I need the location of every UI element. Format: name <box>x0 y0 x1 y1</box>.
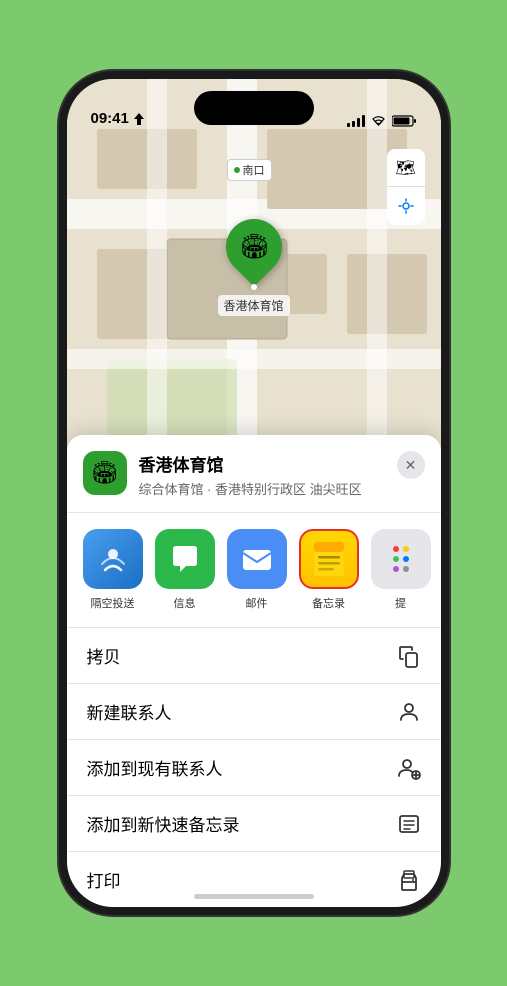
notes-label: 备忘录 <box>312 595 345 611</box>
share-item-messages[interactable]: 信息 <box>155 529 215 611</box>
share-item-airdrop[interactable]: 隔空投送 <box>83 529 143 611</box>
location-button[interactable] <box>387 187 425 225</box>
action-copy-label: 拷贝 <box>87 643 121 668</box>
action-add-existing-label: 添加到现有联系人 <box>87 755 223 780</box>
venue-subtitle: 综合体育馆 · 香港特别行政区 油尖旺区 <box>139 479 397 498</box>
battery-icon <box>392 115 417 127</box>
messages-icon <box>155 529 215 589</box>
map-type-button[interactable]: 🗺 <box>387 149 425 187</box>
mail-label: 邮件 <box>246 595 268 611</box>
notes-icon <box>299 529 359 589</box>
action-add-memo[interactable]: 添加到新快速备忘录 <box>67 796 441 852</box>
add-contact-icon <box>397 756 421 780</box>
share-row: 隔空投送 信息 邮件 <box>67 513 441 628</box>
dynamic-island <box>194 91 314 125</box>
new-contact-icon <box>397 700 421 724</box>
action-add-memo-label: 添加到新快速备忘录 <box>87 811 240 836</box>
action-list: 拷贝 新建联系人 添加到现有联系人 <box>67 628 441 907</box>
bottom-sheet: 🏟 香港体育馆 综合体育馆 · 香港特别行政区 油尖旺区 ✕ 隔空投送 <box>67 435 441 907</box>
print-icon <box>397 868 421 892</box>
share-item-mail[interactable]: 邮件 <box>227 529 287 611</box>
status-time: 09:41 <box>91 110 144 127</box>
more-icon <box>371 529 431 589</box>
airdrop-icon <box>83 529 143 589</box>
share-item-notes[interactable]: 备忘录 <box>299 529 359 611</box>
venue-name: 香港体育馆 <box>139 451 397 476</box>
airdrop-label: 隔空投送 <box>91 595 135 611</box>
map-controls: 🗺 <box>387 149 425 225</box>
venue-header: 🏟 香港体育馆 综合体育馆 · 香港特别行政区 油尖旺区 ✕ <box>67 451 441 513</box>
venue-icon: 🏟 <box>83 451 127 495</box>
copy-icon <box>397 644 421 668</box>
action-copy[interactable]: 拷贝 <box>67 628 441 684</box>
action-print-label: 打印 <box>87 867 121 892</box>
location-pin: 🏟 香港体育馆 <box>217 219 289 316</box>
messages-label: 信息 <box>174 595 196 611</box>
action-new-contact-label: 新建联系人 <box>87 699 172 724</box>
memo-icon <box>397 812 421 836</box>
venue-info: 香港体育馆 综合体育馆 · 香港特别行政区 油尖旺区 <box>139 451 397 498</box>
wifi-icon <box>371 115 386 127</box>
action-add-existing[interactable]: 添加到现有联系人 <box>67 740 441 796</box>
signal-icon <box>347 115 365 127</box>
close-button[interactable]: ✕ <box>397 451 425 479</box>
action-new-contact[interactable]: 新建联系人 <box>67 684 441 740</box>
status-icons <box>347 115 417 127</box>
more-label: 提 <box>395 595 406 611</box>
map-location-label: 南口 <box>227 159 272 181</box>
share-item-more[interactable]: 提 <box>371 529 431 611</box>
home-indicator <box>194 894 314 899</box>
pin-label: 香港体育馆 <box>217 295 289 316</box>
phone-frame: 09:41 <box>59 71 449 915</box>
mail-icon <box>227 529 287 589</box>
